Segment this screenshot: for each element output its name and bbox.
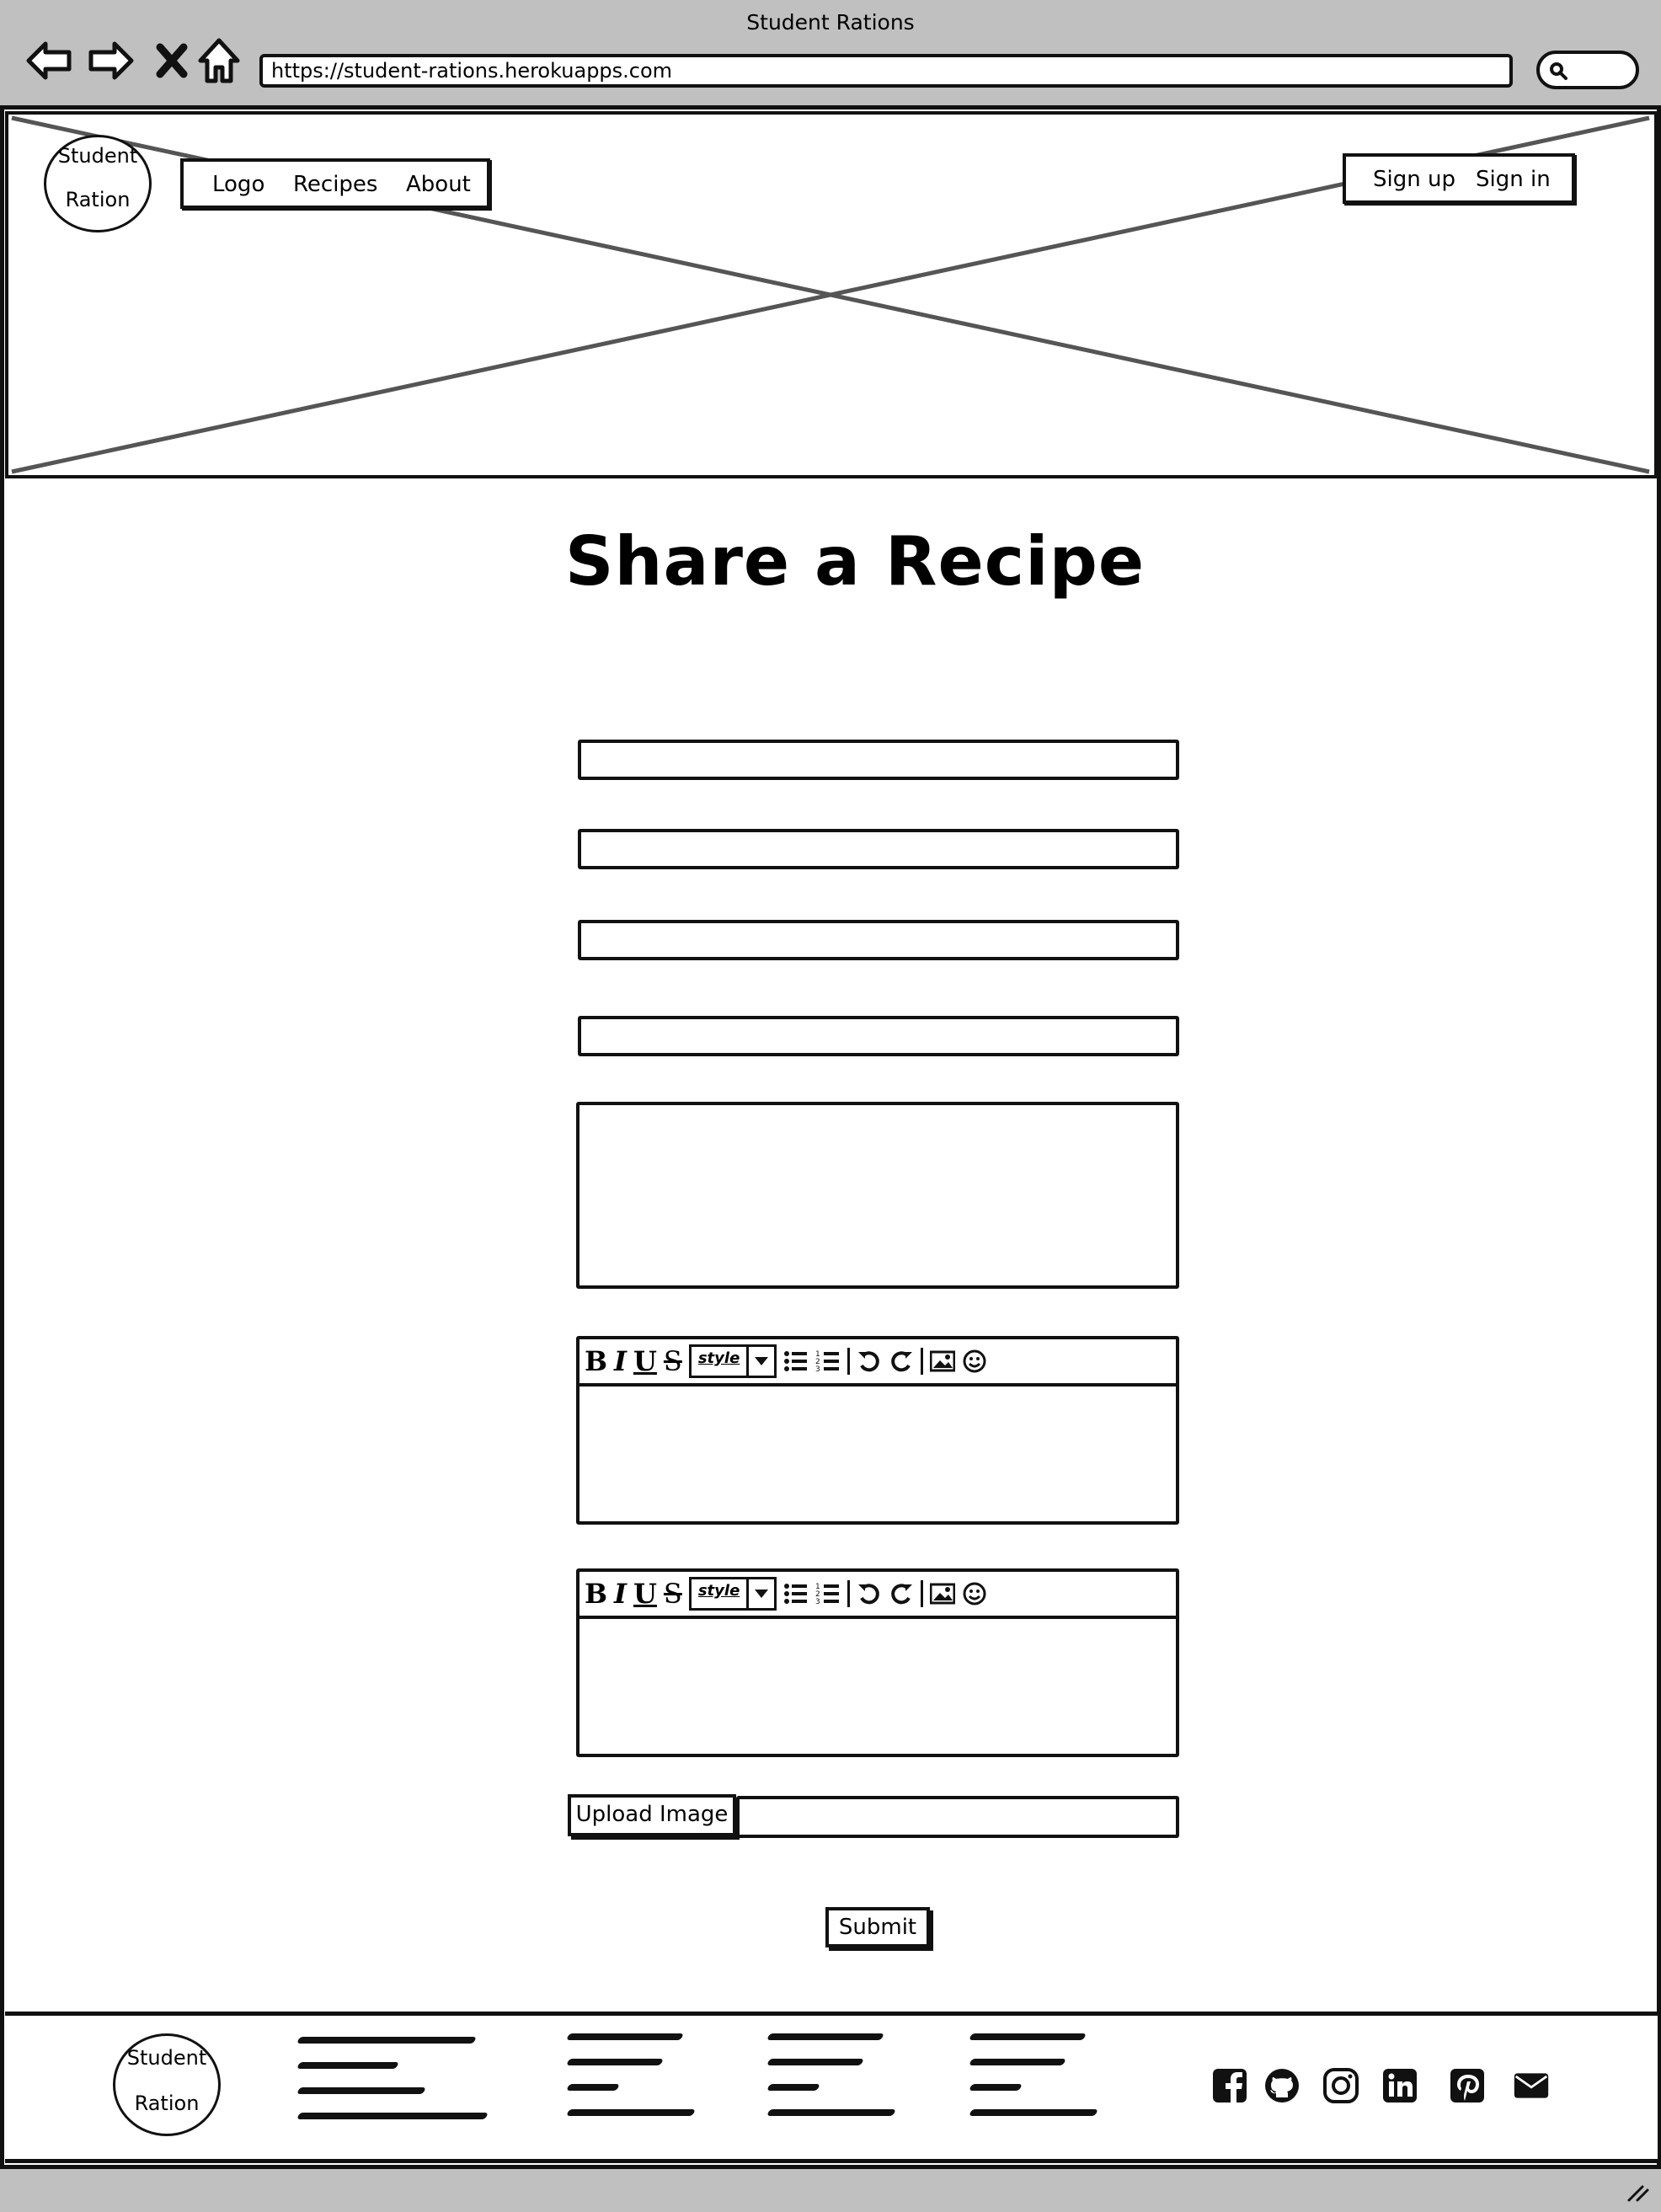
italic-icon[interactable]: I (614, 1345, 627, 1377)
scribble-line (296, 2062, 399, 2069)
scribble-line (296, 2087, 426, 2094)
auth-nav: Sign up Sign in (1343, 153, 1575, 204)
instagram-icon[interactable] (1322, 2067, 1359, 2104)
nav-logo[interactable]: Logo (212, 172, 264, 197)
toolbar-separator (847, 1348, 851, 1375)
main-nav: Logo Recipes About (180, 158, 490, 209)
style-dropdown-label: style (697, 1582, 740, 1600)
underline-icon[interactable]: U (633, 1345, 657, 1377)
numbered-list-icon[interactable]: 123 (815, 1581, 841, 1606)
header-logo[interactable]: Student Ration (44, 135, 152, 232)
search-icon (1550, 62, 1568, 80)
toolbar-separator (847, 1580, 851, 1607)
style-dropdown-label: style (697, 1349, 740, 1367)
bold-icon[interactable]: B (585, 1578, 607, 1610)
footer-text-column-1 (296, 2037, 500, 2119)
recipe-field-4[interactable] (578, 1016, 1179, 1056)
footer-text-column-3 (766, 2033, 903, 2116)
nav-sign-in[interactable]: Sign in (1476, 167, 1551, 192)
scribble-line (766, 2059, 864, 2065)
rich-text-editor-1: B I U S style 123 (576, 1336, 1179, 1525)
recipe-field-2[interactable] (578, 829, 1179, 869)
upload-image-button[interactable]: Upload Image (568, 1794, 736, 1836)
emoji-icon[interactable] (962, 1581, 987, 1606)
nav-recipes[interactable]: Recipes (293, 172, 377, 197)
scribble-line (566, 2059, 664, 2065)
footer-logo[interactable]: Student Ration (113, 2033, 221, 2136)
image-icon[interactable] (930, 1583, 956, 1605)
scribble-line (296, 2037, 477, 2044)
chevron-down-icon (746, 1347, 774, 1376)
forward-icon[interactable] (88, 37, 135, 84)
submit-button[interactable]: Submit (825, 1907, 930, 1948)
pinterest-icon[interactable] (1449, 2067, 1486, 2104)
page-title: Share a Recipe (564, 522, 1146, 601)
numbered-list-icon[interactable]: 123 (815, 1349, 841, 1374)
style-dropdown[interactable]: style (688, 1577, 777, 1611)
style-dropdown[interactable]: style (688, 1344, 777, 1378)
scribble-line (296, 2113, 489, 2119)
footer-logo-text-line1: Student (126, 2046, 207, 2070)
email-icon[interactable] (1513, 2067, 1550, 2104)
italic-icon[interactable]: I (614, 1578, 627, 1610)
bullet-list-icon[interactable] (783, 1349, 809, 1374)
linkedin-icon[interactable] (1381, 2067, 1418, 2104)
upload-file-field[interactable] (736, 1796, 1179, 1838)
scribble-line (566, 2033, 684, 2040)
chevron-down-icon (746, 1579, 774, 1608)
scribble-line (566, 2109, 696, 2116)
undo-icon[interactable] (857, 1581, 882, 1606)
scribble-line (766, 2084, 820, 2091)
nav-about[interactable]: About (406, 172, 471, 197)
window-title: Student Rations (746, 10, 915, 35)
scribble-line (969, 2059, 1066, 2065)
logo-text-line1: Student (57, 144, 138, 168)
rich-text-editor-2: B I U S style 123 (576, 1568, 1179, 1757)
recipe-field-3[interactable] (578, 920, 1179, 960)
resize-grip-icon[interactable] (1624, 2180, 1651, 2204)
logo-text-line2: Ration (65, 188, 131, 211)
underline-icon[interactable]: U (633, 1578, 657, 1610)
url-bar[interactable]: https://student-rations.herokuapps.com (259, 54, 1513, 88)
browser-status-bar (0, 2165, 1661, 2212)
redo-icon[interactable] (889, 1349, 914, 1374)
svg-text:3: 3 (815, 1598, 820, 1606)
facebook-icon[interactable] (1211, 2067, 1248, 2104)
redo-icon[interactable] (889, 1581, 914, 1606)
footer-logo-text-line2: Ration (134, 2092, 200, 2115)
undo-icon[interactable] (857, 1349, 882, 1374)
scribble-line (766, 2033, 884, 2040)
editor-toolbar: B I U S style 123 (579, 1572, 1176, 1619)
nav-sign-up[interactable]: Sign up (1373, 167, 1455, 192)
recipe-field-1[interactable] (578, 740, 1179, 780)
scribble-line (566, 2084, 620, 2091)
home-icon[interactable] (195, 37, 243, 84)
recipe-textarea[interactable] (576, 1102, 1179, 1289)
toolbar-separator (921, 1348, 924, 1375)
emoji-icon[interactable] (962, 1349, 987, 1374)
bullet-list-icon[interactable] (783, 1581, 809, 1606)
image-icon[interactable] (930, 1350, 956, 1372)
footer-text-column-2 (566, 2033, 702, 2116)
strikethrough-icon[interactable]: S (664, 1578, 682, 1610)
toolbar-separator (921, 1580, 924, 1607)
scribble-line (969, 2033, 1087, 2040)
footer-text-column-4 (969, 2033, 1105, 2116)
back-icon[interactable] (25, 37, 72, 84)
github-icon[interactable] (1263, 2067, 1300, 2104)
svg-text:3: 3 (815, 1365, 820, 1374)
scribble-line (969, 2084, 1023, 2091)
strikethrough-icon[interactable]: S (664, 1345, 682, 1377)
stop-icon[interactable] (148, 37, 195, 84)
editor-toolbar: B I U S style 123 (579, 1339, 1176, 1387)
scribble-line (766, 2109, 896, 2116)
scribble-line (969, 2109, 1098, 2116)
bold-icon[interactable]: B (585, 1345, 607, 1377)
browser-search-field[interactable] (1536, 51, 1639, 89)
